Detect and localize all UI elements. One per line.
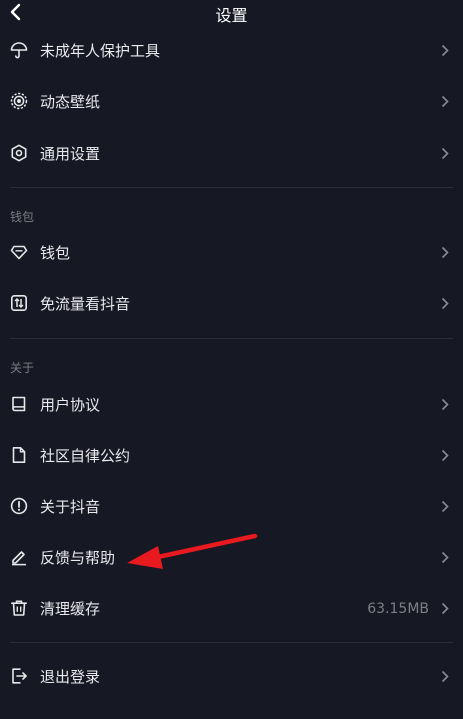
chevron-right-icon xyxy=(441,95,449,108)
header: 设置 xyxy=(0,0,463,26)
data-saver-icon xyxy=(10,294,27,311)
divider xyxy=(10,642,453,643)
info-icon xyxy=(10,497,28,515)
divider xyxy=(10,187,453,188)
cache-size-value: 63.15MB xyxy=(367,601,429,617)
umbrella-icon xyxy=(10,42,28,59)
trash-icon xyxy=(10,600,28,616)
chevron-right-icon xyxy=(441,246,449,259)
settings-item-about[interactable]: 关于抖音 xyxy=(0,485,463,529)
settings-item-label: 关于抖音 xyxy=(40,498,101,516)
settings-item-general[interactable]: 通用设置 xyxy=(0,132,463,176)
chevron-right-icon xyxy=(441,551,449,564)
settings-item-label: 清理缓存 xyxy=(40,600,101,618)
settings-item-label: 未成年人保护工具 xyxy=(40,42,161,60)
chevron-right-icon xyxy=(441,44,449,57)
settings-item-data-free[interactable]: 免流量看抖音 xyxy=(0,282,463,326)
logout-icon xyxy=(12,668,27,684)
settings-item-community-guidelines[interactable]: 社区自律公约 xyxy=(0,434,463,478)
settings-item-label: 免流量看抖音 xyxy=(40,295,131,313)
pencil-icon xyxy=(12,551,26,566)
section-label-about: 关于 xyxy=(10,361,35,375)
settings-item-clear-cache[interactable]: 清理缓存 63.15MB xyxy=(0,587,463,631)
settings-item-minor-protection[interactable]: 未成年人保护工具 xyxy=(0,29,463,73)
settings-item-label: 通用设置 xyxy=(40,145,101,163)
page-title: 设置 xyxy=(215,6,248,25)
settings-item-label: 社区自律公约 xyxy=(40,447,131,465)
settings-item-label: 钱包 xyxy=(40,244,71,262)
book-icon xyxy=(12,396,26,412)
settings-item-label: 退出登录 xyxy=(40,668,101,686)
chevron-right-icon xyxy=(441,500,449,513)
chevron-right-icon xyxy=(441,670,449,683)
settings-item-feedback[interactable]: 反馈与帮助 xyxy=(0,536,463,580)
section-label-wallet: 钱包 xyxy=(10,210,35,224)
chevron-right-icon xyxy=(441,147,449,160)
settings-item-live-wallpaper[interactable]: 动态壁纸 xyxy=(0,80,463,124)
hexagon-settings-icon xyxy=(11,144,27,162)
divider xyxy=(10,338,453,339)
document-icon xyxy=(12,447,26,463)
settings-item-label: 反馈与帮助 xyxy=(40,549,116,567)
live-wallpaper-icon xyxy=(10,92,28,110)
settings-item-label: 动态壁纸 xyxy=(40,93,101,111)
chevron-right-icon xyxy=(441,398,449,411)
chevron-right-icon xyxy=(441,449,449,462)
chevron-right-icon xyxy=(441,297,449,310)
settings-item-user-agreement[interactable]: 用户协议 xyxy=(0,383,463,427)
settings-item-wallet[interactable]: 钱包 xyxy=(0,231,463,275)
settings-item-logout[interactable]: 退出登录 xyxy=(0,655,463,699)
diamond-icon xyxy=(10,245,28,260)
chevron-right-icon xyxy=(441,602,449,615)
settings-item-label: 用户协议 xyxy=(40,396,101,414)
